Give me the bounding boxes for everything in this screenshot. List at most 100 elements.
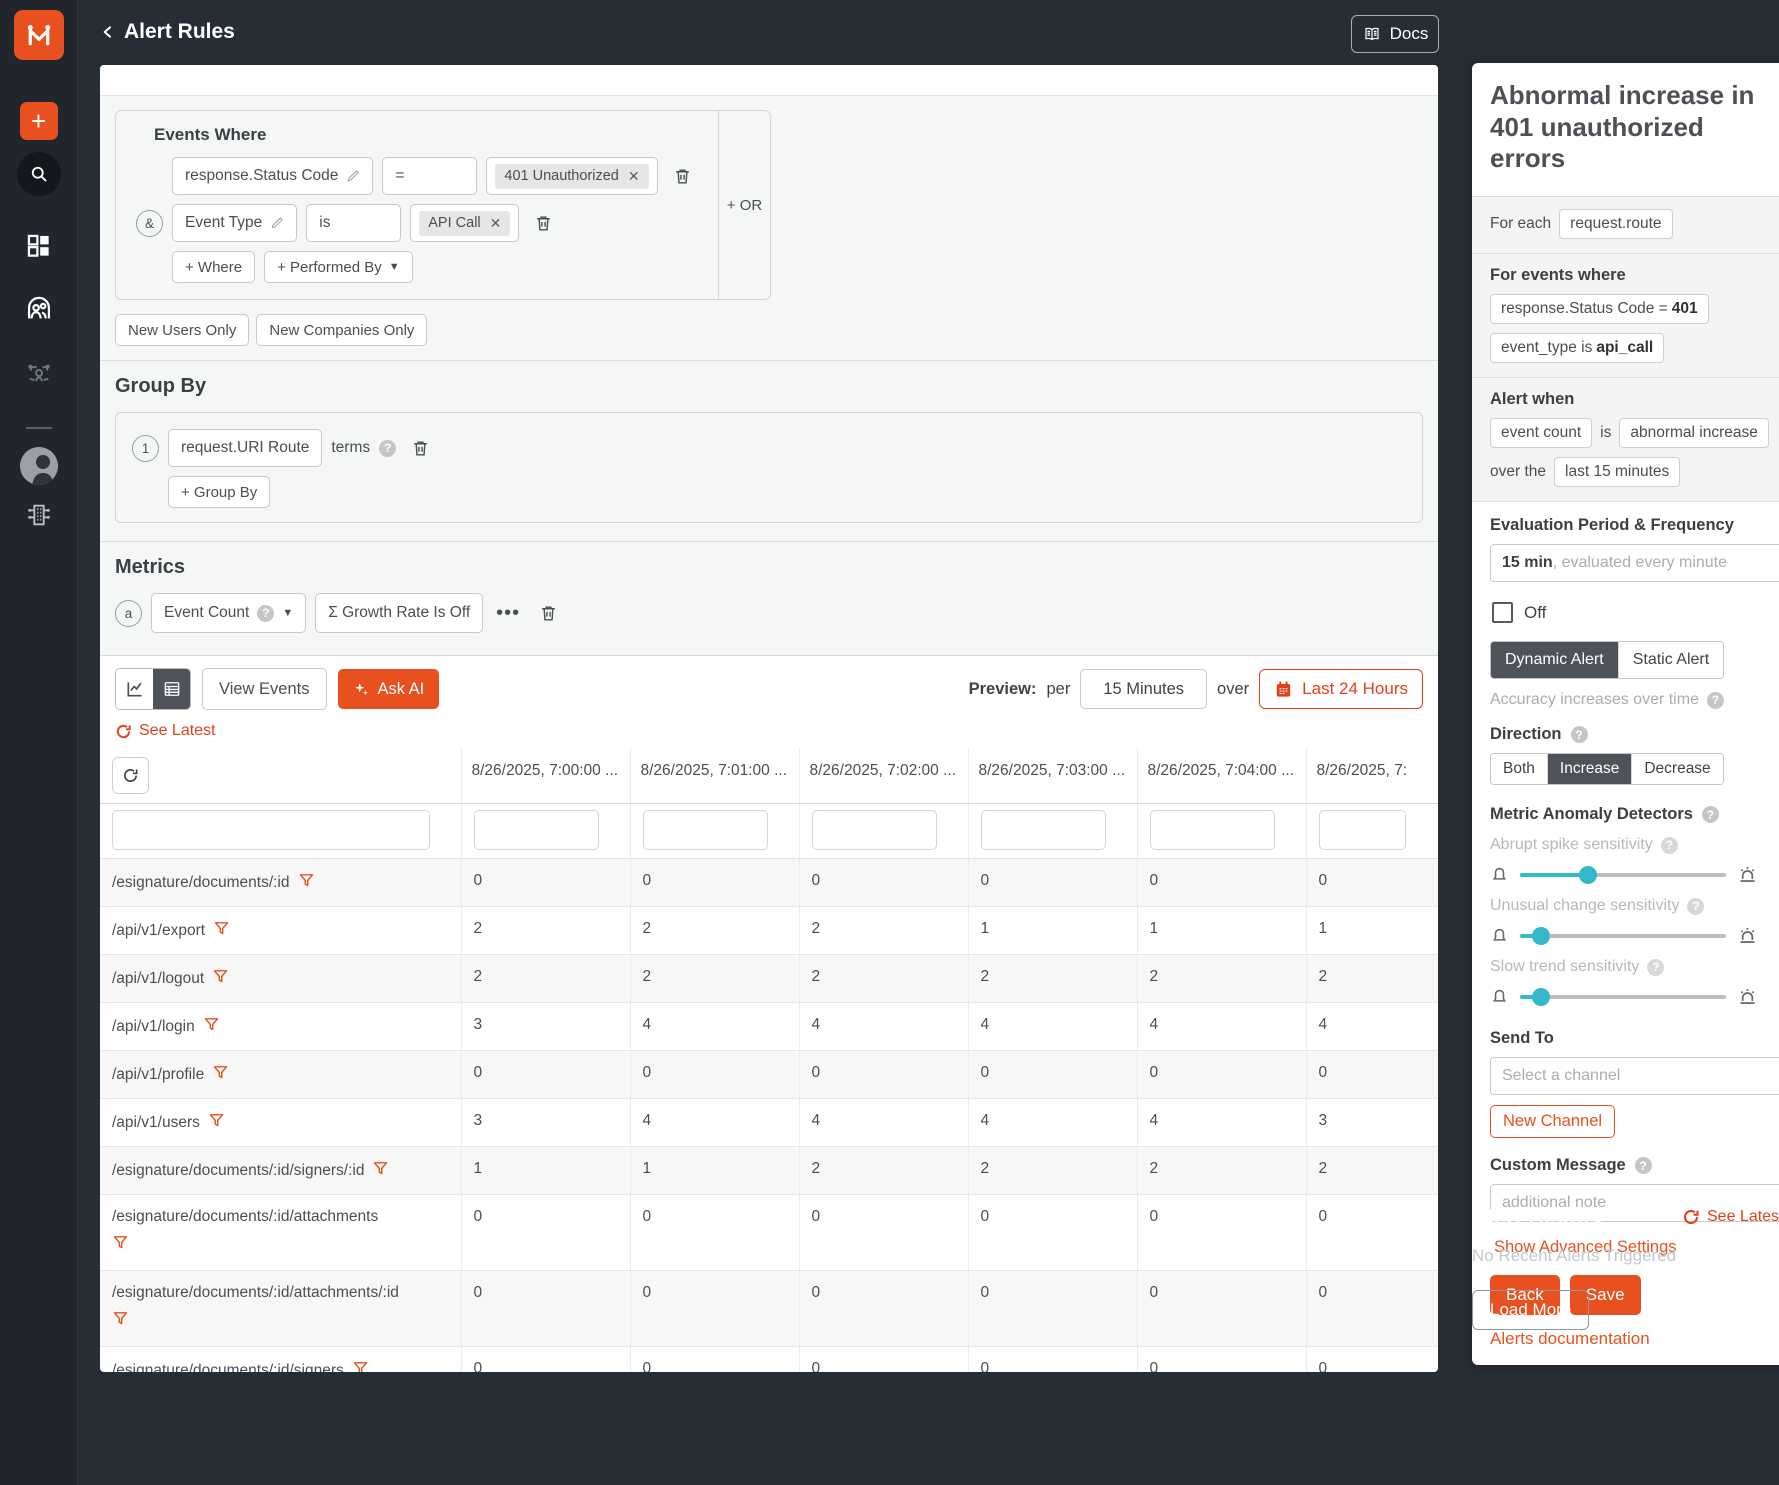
add-performed-by-button[interactable]: + Performed By▼ <box>264 251 413 283</box>
moesif-logo-icon[interactable] <box>14 10 64 60</box>
remove-value-icon[interactable]: ✕ <box>490 215 502 232</box>
slider-thumb[interactable] <box>1579 866 1597 884</box>
add-or-button[interactable]: + OR <box>718 111 770 299</box>
help-icon[interactable]: ? <box>1687 898 1704 915</box>
eval-period-input[interactable]: 15 min, evaluated every minute <box>1490 544 1779 582</box>
field-chip[interactable]: Event Type <box>172 204 297 242</box>
growth-rate-toggle[interactable]: Σ Growth Rate Is Off <box>315 593 483 633</box>
slider-track[interactable] <box>1520 873 1726 877</box>
column-header[interactable]: 8/26/2025, 7:04:00 ... <box>1137 748 1306 804</box>
column-header[interactable]: 8/26/2025, 7:03:00 ... <box>968 748 1137 804</box>
off-checkbox[interactable] <box>1492 602 1513 623</box>
column-filter-input[interactable] <box>474 810 600 850</box>
search-icon[interactable] <box>17 152 61 196</box>
table-view-icon[interactable] <box>153 669 190 709</box>
trash-icon[interactable] <box>411 439 430 458</box>
help-icon[interactable]: ? <box>1707 692 1724 709</box>
avatar[interactable] <box>20 447 58 485</box>
filter-funnel-icon[interactable] <box>203 1016 220 1033</box>
filter-funnel-icon[interactable] <box>212 968 229 985</box>
add-group-by-button[interactable]: + Group By <box>168 476 270 508</box>
trash-icon[interactable] <box>539 604 558 623</box>
user-flow-icon[interactable] <box>25 359 53 387</box>
column-header[interactable]: 8/26/2025, 7:02:00 ... <box>799 748 968 804</box>
docs-button[interactable]: Docs <box>1351 15 1439 53</box>
filter-funnel-icon[interactable] <box>213 920 230 937</box>
filter-funnel-icon[interactable] <box>352 1360 369 1372</box>
for-each-chip[interactable]: request.route <box>1559 209 1672 239</box>
filter-funnel-icon[interactable] <box>212 1064 229 1081</box>
alert-when-section: Alert when event count is abnormal incre… <box>1472 377 1779 501</box>
value-cell: 4 <box>630 1099 799 1147</box>
help-icon[interactable]: ? <box>1571 726 1588 743</box>
filter-funnel-icon[interactable] <box>112 1310 129 1327</box>
conjunction-badge[interactable]: & <box>136 210 163 237</box>
more-options-icon[interactable]: ••• <box>492 602 524 625</box>
column-filter-input[interactable] <box>1319 810 1407 850</box>
slider-track[interactable] <box>1520 934 1726 938</box>
direction-increase[interactable]: Increase <box>1547 754 1631 784</box>
dashboards-icon[interactable] <box>25 232 52 259</box>
slider-thumb[interactable] <box>1532 988 1550 1006</box>
operator-chip[interactable]: is <box>306 204 401 242</box>
help-icon[interactable]: ? <box>1635 1157 1652 1174</box>
new-users-only-button[interactable]: New Users Only <box>115 314 249 346</box>
column-filter-input[interactable] <box>812 810 938 850</box>
direction-decrease[interactable]: Decrease <box>1631 754 1722 784</box>
column-filter-input[interactable] <box>643 810 769 850</box>
help-icon[interactable]: ? <box>257 605 274 622</box>
value-cell: 1 <box>630 1147 799 1195</box>
slider-thumb[interactable] <box>1532 927 1550 945</box>
field-chip[interactable]: response.Status Code <box>172 157 373 195</box>
metric-select[interactable]: Event Count ? ▼ <box>151 593 306 633</box>
help-icon[interactable]: ? <box>1647 959 1664 976</box>
value-cell: 0 <box>799 1195 968 1271</box>
filter-funnel-icon[interactable] <box>208 1112 225 1129</box>
time-range-button[interactable]: Last 24 Hours <box>1259 669 1423 709</box>
help-icon[interactable]: ? <box>1661 837 1678 854</box>
table-refresh-button[interactable] <box>112 757 149 794</box>
column-header[interactable]: 8/26/2025, 7:00:00 ... <box>461 748 630 804</box>
load-more-button[interactable]: Load More <box>1472 1290 1589 1330</box>
history-see-latest-link[interactable]: See Latest <box>1682 1208 1779 1226</box>
column-filter-input[interactable] <box>981 810 1107 850</box>
static-alert-option[interactable]: Static Alert <box>1618 642 1723 678</box>
column-header[interactable]: 8/26/2025, 7: <box>1306 748 1438 804</box>
view-events-button[interactable]: View Events <box>202 668 327 710</box>
alert-type-chip[interactable]: abnormal increase <box>1619 418 1769 448</box>
interval-select[interactable]: 15 Minutes <box>1080 669 1207 709</box>
help-icon[interactable]: ? <box>379 440 396 457</box>
value-chip[interactable]: API Call✕ <box>410 204 519 242</box>
filter-funnel-icon[interactable] <box>112 1234 129 1251</box>
group-by-field-chip[interactable]: request.URI Route <box>168 429 322 467</box>
column-filter-input[interactable] <box>1150 810 1276 850</box>
add-where-button[interactable]: + Where <box>172 251 255 283</box>
filter-funnel-icon[interactable] <box>298 872 315 889</box>
new-channel-button[interactable]: New Channel <box>1490 1105 1615 1138</box>
see-latest-link[interactable]: See Latest <box>115 722 216 740</box>
add-button[interactable]: + <box>20 102 58 140</box>
alerts-documentation-link[interactable]: Alerts documentation <box>1490 1329 1650 1349</box>
metric-chip[interactable]: event count <box>1490 418 1592 448</box>
audience-icon[interactable] <box>25 295 53 323</box>
column-filter-input[interactable] <box>112 810 430 850</box>
window-chip[interactable]: last 15 minutes <box>1554 457 1680 487</box>
chart-view-icon[interactable] <box>116 669 153 709</box>
ask-ai-button[interactable]: Ask AI <box>338 669 440 709</box>
dynamic-alert-option[interactable]: Dynamic Alert <box>1491 642 1618 678</box>
new-companies-only-button[interactable]: New Companies Only <box>256 314 427 346</box>
company-icon[interactable] <box>25 501 53 529</box>
trash-icon[interactable] <box>534 214 553 233</box>
channel-select[interactable]: Select a channel <box>1490 1057 1779 1095</box>
column-header[interactable]: 8/26/2025, 7:01:00 ... <box>630 748 799 804</box>
table-header-row: 8/26/2025, 7:00:00 ... 8/26/2025, 7:01:0… <box>100 748 1438 804</box>
filter-funnel-icon[interactable] <box>372 1160 389 1177</box>
back-chevron-icon[interactable] <box>100 22 116 42</box>
trash-icon[interactable] <box>673 167 692 186</box>
direction-both[interactable]: Both <box>1491 754 1547 784</box>
value-chip[interactable]: 401 Unauthorized✕ <box>486 157 657 195</box>
slider-track[interactable] <box>1520 995 1726 999</box>
help-icon[interactable]: ? <box>1702 806 1719 823</box>
operator-chip[interactable]: = <box>382 157 477 195</box>
remove-value-icon[interactable]: ✕ <box>628 168 640 185</box>
